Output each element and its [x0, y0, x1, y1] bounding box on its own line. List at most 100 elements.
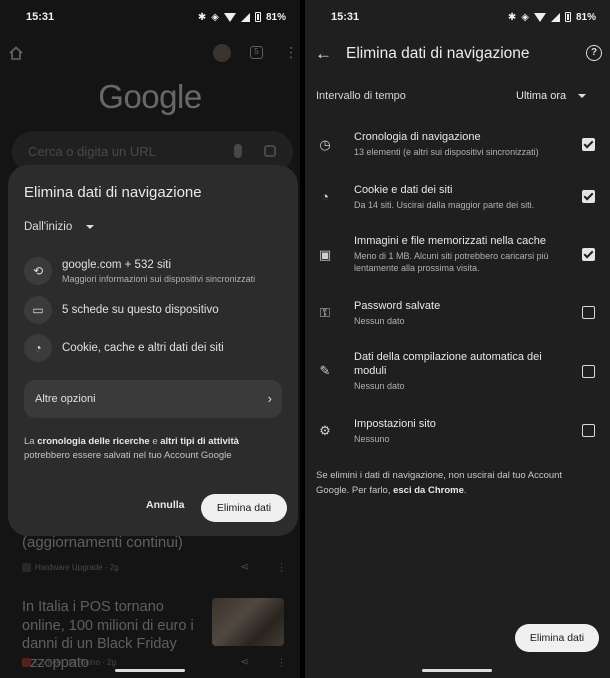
- search-history-link[interactable]: cronologia delle ricerche: [37, 436, 149, 447]
- note-text: e: [149, 436, 161, 447]
- status-bar: 15:31 ✱ ◈ 81%: [305, 0, 610, 34]
- option-title: Dati della compilazione automatica dei m…: [354, 351, 542, 377]
- note-text: potrebbero essere salvati nel tuo Accoun…: [24, 450, 232, 461]
- option-subtitle: Nessun dato: [354, 316, 405, 326]
- wifi-icon: [223, 12, 236, 22]
- source-logo: [22, 658, 31, 667]
- status-time: 15:31: [26, 11, 55, 23]
- delete-data-button[interactable]: Elimina dati: [201, 494, 287, 522]
- battery-percent: 81%: [575, 11, 596, 23]
- more-options-label: Altre opzioni: [35, 393, 96, 405]
- gesture-bar: [115, 669, 185, 672]
- help-icon[interactable]: ?: [586, 45, 602, 61]
- clock-icon: ◷: [319, 137, 331, 152]
- tab-icon: ▭: [24, 296, 52, 324]
- dropdown-caret-icon: [86, 225, 95, 229]
- option-title: Impostazioni sito: [354, 418, 436, 430]
- more-menu-icon[interactable]: ⋮: [284, 44, 298, 60]
- wifi-icon: [533, 12, 546, 22]
- time-range-dropdown[interactable]: Dall'inizio: [24, 221, 95, 233]
- news-thumbnail[interactable]: [212, 598, 284, 646]
- site-settings-icon: ⚙: [319, 423, 331, 438]
- status-bar: 15:31 ✱ ◈ 81%: [0, 0, 300, 34]
- dialog-item-tabs: ▭ 5 schede su questo dispositivo: [24, 296, 219, 324]
- time-range-value: Ultima ora: [516, 90, 567, 102]
- pencil-icon: ✎: [319, 363, 331, 378]
- dialog-note: La cronologia delle ricerche e altri tip…: [24, 435, 274, 463]
- left-screen: 15:31 ✱ ◈ 81% 5 ⋮ Google Cerca o digita …: [0, 0, 300, 678]
- option-subtitle: Da 14 siti. Uscirai dalla maggior parte …: [354, 200, 535, 210]
- signal-icon: [550, 12, 560, 22]
- cache-checkbox[interactable]: [582, 248, 595, 261]
- dialog-item-subtitle: Maggiori informazioni sui dispositivi si…: [62, 273, 256, 284]
- tab-switcher-button[interactable]: 5: [250, 46, 263, 59]
- clear-data-dialog: Elimina dati di navigazione Dall'inizio …: [8, 165, 298, 536]
- vibrate-icon: ◈: [521, 11, 529, 23]
- page-title: Elimina dati di navigazione: [346, 45, 530, 62]
- footer-note: Se elimini i dati di navigazione, non us…: [316, 468, 596, 498]
- history-checkbox[interactable]: [582, 138, 595, 151]
- search-placeholder: Cerca o digita un URL: [28, 144, 156, 159]
- time-range-label: Intervallo di tempo: [316, 90, 406, 102]
- image-icon: ▣: [318, 247, 332, 262]
- source-logo: [22, 563, 31, 572]
- option-title: Cookie e dati dei siti: [354, 184, 453, 196]
- dialog-item-title: google.com + 532 siti: [62, 258, 171, 271]
- battery-percent: 81%: [265, 11, 286, 23]
- option-title: Cronologia di navigazione: [354, 131, 481, 143]
- option-subtitle: Nessuno: [354, 434, 390, 444]
- passwords-checkbox[interactable]: [582, 306, 595, 319]
- app-bar: ← Elimina dati di navigazione ?: [305, 40, 610, 68]
- avatar[interactable]: [213, 44, 231, 62]
- history-icon: ⟲: [24, 257, 52, 285]
- dialog-item-cookies: ◔ Cookie, cache e altri dati dei siti: [24, 334, 224, 362]
- time-range-value: Dall'inizio: [24, 221, 73, 233]
- signal-icon: [240, 12, 250, 22]
- news-source: Corriere del Ticino · 2g: [22, 658, 116, 667]
- status-time: 15:31: [331, 11, 360, 23]
- cancel-button[interactable]: Annulla: [146, 499, 185, 511]
- sign-out-link[interactable]: esci da Chrome: [393, 485, 464, 496]
- cookie-icon: ◔: [321, 189, 329, 204]
- dialog-item-title: Cookie, cache e altri dati dei siti: [62, 342, 224, 354]
- time-range-dropdown[interactable]: Ultima ora: [516, 90, 587, 102]
- option-title: Immagini e file memorizzati nella cache: [354, 235, 546, 247]
- news-source-label: Corriere del Ticino · 2g: [35, 658, 116, 667]
- other-activity-link[interactable]: altri tipi di attività: [160, 436, 239, 447]
- dialog-item-history: ⟲ google.com + 532 siti Maggiori informa…: [24, 257, 255, 285]
- dialog-title: Elimina dati di navigazione: [24, 184, 202, 201]
- bluetooth-icon: ✱: [197, 11, 207, 23]
- delete-data-button[interactable]: Elimina dati: [515, 624, 599, 652]
- more-options-icon[interactable]: ⋮: [276, 656, 287, 669]
- chevron-right-icon: ›: [267, 391, 272, 406]
- battery-icon: [254, 12, 261, 22]
- share-icon[interactable]: ⋖: [240, 657, 250, 668]
- site-settings-checkbox[interactable]: [582, 424, 595, 437]
- option-subtitle: Nessun dato: [354, 381, 405, 391]
- option-subtitle: 13 elementi (e altri sui dispositivi sin…: [354, 147, 539, 157]
- dropdown-caret-icon: [578, 94, 587, 98]
- option-title: Password salvate: [354, 300, 441, 312]
- news-source: Hardware Upgrade · 2g: [22, 563, 119, 572]
- cookie-icon: ◔: [24, 334, 52, 362]
- lens-icon[interactable]: [264, 145, 276, 157]
- battery-icon: [564, 12, 571, 22]
- more-options-icon[interactable]: ⋮: [276, 561, 287, 574]
- autofill-checkbox[interactable]: [582, 365, 595, 378]
- more-options-button[interactable]: Altre opzioni ›: [24, 380, 282, 418]
- back-arrow-icon[interactable]: ←: [315, 44, 332, 64]
- note-text: .: [463, 485, 467, 496]
- option-subtitle: Meno di 1 MB. Alcuni siti potrebbero car…: [354, 251, 549, 273]
- vibrate-icon: ◈: [211, 11, 219, 23]
- gesture-bar: [422, 669, 492, 672]
- bluetooth-icon: ✱: [507, 11, 517, 23]
- mic-icon[interactable]: [234, 144, 242, 158]
- home-icon[interactable]: [9, 46, 23, 60]
- google-logo: Google: [98, 78, 202, 115]
- news-source-label: Hardware Upgrade · 2g: [35, 563, 119, 572]
- cookies-checkbox[interactable]: [582, 190, 595, 203]
- key-icon: ⚿: [320, 305, 330, 320]
- share-icon[interactable]: ⋖: [240, 562, 250, 573]
- right-screen: 15:31 ✱ ◈ 81% ← Elimina dati di navigazi…: [305, 0, 610, 678]
- dialog-item-title: 5 schede su questo dispositivo: [62, 304, 219, 316]
